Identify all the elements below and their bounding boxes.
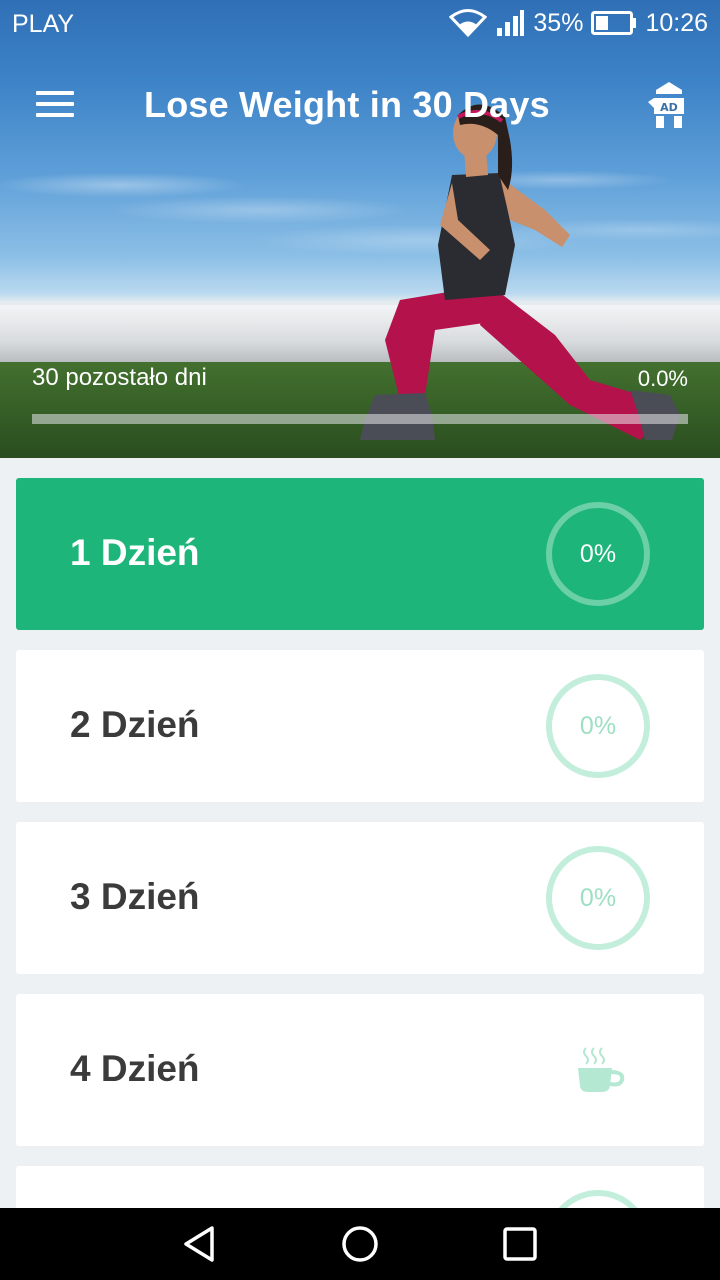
signal-icon bbox=[497, 10, 525, 36]
day-progress-ring: 0% bbox=[546, 846, 650, 950]
day-card-4[interactable]: 4 Dzień bbox=[16, 994, 704, 1146]
home-icon[interactable] bbox=[340, 1224, 380, 1264]
day-progress-text: 0% bbox=[579, 884, 617, 912]
day-progress-ring: 0% bbox=[546, 674, 650, 778]
battery-percent: 35% bbox=[533, 8, 584, 37]
system-nav-bar bbox=[0, 1208, 720, 1280]
day-label: 2 Dzień bbox=[70, 704, 200, 745]
day-progress-ring: 0% bbox=[546, 502, 650, 606]
day-progress-ring bbox=[546, 1190, 650, 1208]
day-card-1[interactable]: 1 Dzień 0% bbox=[16, 478, 704, 630]
clock: 10:26 bbox=[645, 8, 708, 37]
day-progress-text: 0% bbox=[579, 540, 617, 568]
day-label: 3 Dzień bbox=[70, 876, 200, 917]
status-indicators: 35% 10:26 bbox=[449, 8, 708, 38]
ad-tower-icon[interactable]: AD bbox=[646, 80, 692, 130]
day-card-3[interactable]: 3 Dzień 0% bbox=[16, 822, 704, 974]
day-label: 4 Dzień bbox=[70, 1048, 200, 1089]
overall-progress-bar bbox=[32, 414, 688, 424]
hero-banner: PLAY 35% 10:26 Lose Weight in 30 Days AD… bbox=[0, 0, 720, 458]
back-icon[interactable] bbox=[180, 1224, 220, 1264]
recents-icon[interactable] bbox=[500, 1224, 540, 1264]
app-title: Lose Weight in 30 Days bbox=[144, 84, 550, 125]
day-card-5[interactable] bbox=[16, 1166, 704, 1208]
days-remaining-text: 30 pozostało dni bbox=[32, 364, 207, 391]
app-toolbar: Lose Weight in 30 Days AD bbox=[0, 64, 720, 148]
svg-text:AD: AD bbox=[660, 101, 678, 114]
carrier-name: PLAY bbox=[12, 10, 75, 38]
battery-icon bbox=[591, 11, 637, 35]
athlete-lunge-image bbox=[360, 104, 680, 440]
day-progress-text: 0% bbox=[579, 712, 617, 740]
day-card-2[interactable]: 2 Dzień 0% bbox=[16, 650, 704, 802]
hamburger-menu-icon[interactable] bbox=[24, 84, 88, 128]
day-list: 1 Dzień 0% 2 Dzień 0% 3 Dzień 0% 4 Dzień bbox=[16, 478, 704, 1208]
day-label: 1 Dzień bbox=[70, 532, 200, 573]
status-bar: PLAY 35% 10:26 bbox=[0, 0, 720, 48]
wifi-icon bbox=[449, 9, 488, 38]
coffee-cup-icon bbox=[578, 1047, 625, 1092]
overall-progress-percent: 0.0% bbox=[637, 366, 688, 391]
